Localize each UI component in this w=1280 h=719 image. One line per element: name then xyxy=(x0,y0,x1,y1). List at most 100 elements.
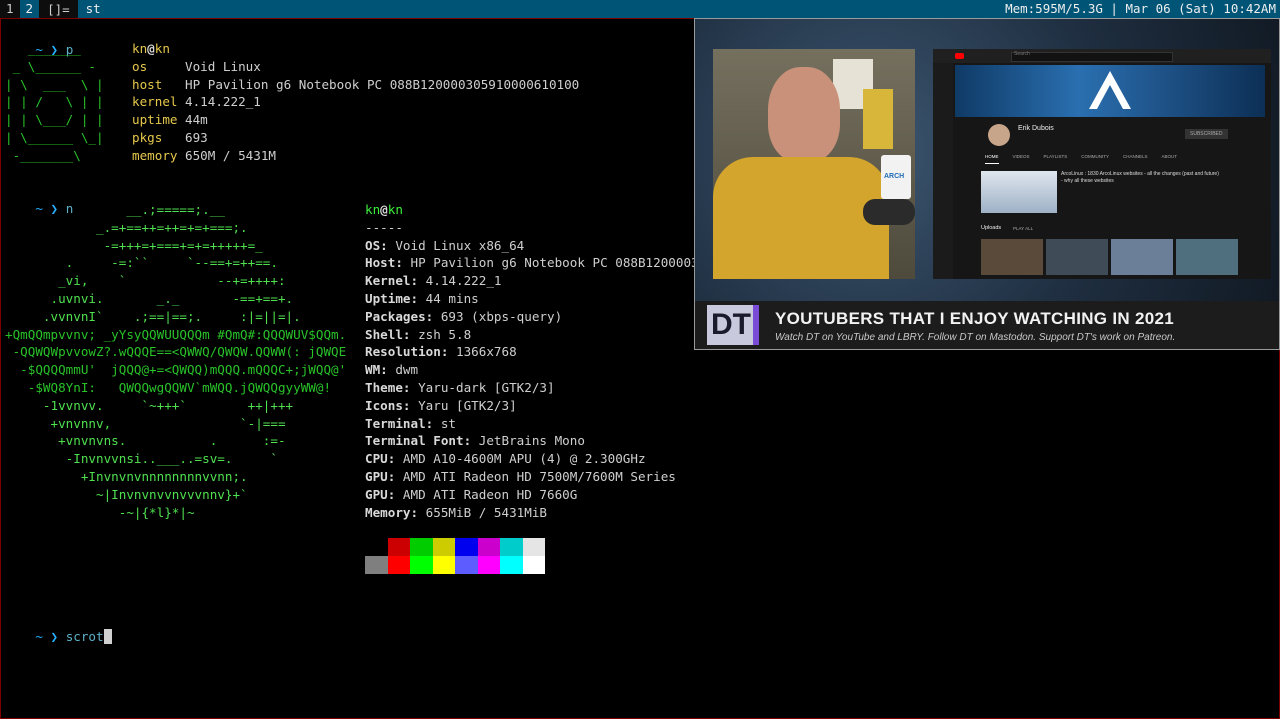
separator-line: ----- xyxy=(365,219,403,237)
info-colon: : xyxy=(425,415,441,431)
info-row: OS: Void Linux x86_64 xyxy=(365,237,524,255)
info-value: Void Linux x86_64 xyxy=(395,237,525,253)
info-key: memory xyxy=(132,147,178,163)
cursor xyxy=(103,628,112,644)
person-shirt xyxy=(713,157,889,279)
info-colon: : xyxy=(387,469,403,484)
mug: ARCH xyxy=(881,155,911,199)
ascii-art-text: | \______ \_| xyxy=(5,130,104,145)
ascii-art-text: _vi, ` --+=++++: xyxy=(5,273,286,289)
ascii-art-line: +Invnvnvnnnnnnnnvvnn;. xyxy=(5,468,248,486)
info-value: Yaru [GTK2/3] xyxy=(418,397,517,413)
tag-1[interactable]: 1 xyxy=(0,0,20,18)
info-key: Packages xyxy=(365,308,426,324)
info-colon: : xyxy=(410,273,426,289)
info-colon: : xyxy=(402,397,419,413)
command-text: scrot xyxy=(65,628,104,644)
channel-avatar xyxy=(988,124,1010,146)
ascii-art-text: | | / \ | | xyxy=(5,94,104,110)
info-row: Resolution: 1366x768 xyxy=(365,343,517,361)
color-swatch xyxy=(477,556,500,574)
info-key: host xyxy=(132,76,163,92)
upload-thumb xyxy=(1046,239,1108,275)
yt-tab: COMMUNITY xyxy=(1081,154,1109,159)
uploads-label: Uploads xyxy=(981,225,1002,231)
subscribe-button: SUBSCRIBED xyxy=(1185,129,1228,139)
yt-search-hint: Search xyxy=(1014,51,1030,57)
ascii-art-line: +vnvnvns. . :=- xyxy=(5,432,286,450)
play-all-link: PLAY ALL xyxy=(1013,226,1034,231)
color-swatch xyxy=(455,556,478,574)
ascii-art-line: | \ ___ \ | xyxy=(5,76,104,94)
webcam-feed: ARCH xyxy=(713,49,915,279)
info-value: HP Pavilion g6 Notebook PC 088B120000305… xyxy=(185,76,580,92)
ascii-art-line: -QQWQWpvvowZ?.wQQQE==<QWWQ/QWQW.QQWW(: j… xyxy=(5,343,347,361)
ascii-art-text: . -=:`` `--==+=++==. xyxy=(5,255,278,271)
info-colon: : xyxy=(410,291,426,306)
color-swatch xyxy=(522,538,545,556)
info-row: GPU: AMD ATI Radeon HD 7500M/7600M Serie… xyxy=(365,468,676,486)
info-colon: : xyxy=(463,433,479,449)
host-name: kn xyxy=(154,41,170,56)
arcolinux-logo xyxy=(1089,71,1131,109)
user-name: kn xyxy=(365,202,381,217)
color-swatch xyxy=(365,538,388,556)
info-row: Terminal Font: JetBrains Mono xyxy=(365,432,585,450)
info-value: zsh 5.8 xyxy=(418,326,472,342)
ascii-art-text: ~|Invnvnvvnvvvnnv}+` xyxy=(5,486,248,502)
info-colon: : xyxy=(387,451,403,467)
user-host-line: kn@kn xyxy=(365,201,403,219)
ascii-art-line: _vi, ` --+=++++: xyxy=(5,272,286,290)
channel-name: Erik Dubois xyxy=(1018,125,1054,132)
info-value: 650M / 5431M xyxy=(185,147,276,163)
info-row: Packages: 693 (xbps-query) xyxy=(365,308,562,326)
youtube-channel-screen: Search Erik Dubois SUBSCRIBED HOME VIDEOS… xyxy=(933,49,1271,279)
info-row: Kernel: 4.14.222_1 xyxy=(365,272,502,290)
color-swatch xyxy=(410,538,433,556)
info-key: Theme xyxy=(365,380,403,395)
upload-thumb xyxy=(1176,239,1238,275)
info-key: pkgs xyxy=(132,130,163,145)
info-value: HP Pavilion g6 Notebook PC 088B1200003 xyxy=(410,255,699,271)
color-swatch xyxy=(455,538,478,556)
color-swatch xyxy=(432,538,455,556)
ascii-art-line: ~|Invnvnvvnvvvnnv}+` xyxy=(5,486,248,504)
info-key: GPU xyxy=(365,469,388,484)
dwm-bar: 1 2 []= st Mem:595M/5.3G | Mar 06 (Sat) … xyxy=(0,0,1280,18)
banner-title: YOUTUBERS THAT I ENJOY WATCHING IN 2021 xyxy=(775,309,1174,328)
video-banner: DT YOUTUBERS THAT I ENJOY WATCHING IN 20… xyxy=(695,301,1279,349)
ascii-art-text: .uvnvi. _._ -==+==+. xyxy=(5,291,294,306)
banner-subtitle: Watch DT on YouTube and LBRY. Follow DT … xyxy=(775,332,1176,343)
ascii-art-line: _______ xyxy=(5,40,81,58)
user-name: kn xyxy=(132,41,148,56)
tag-2[interactable]: 2 xyxy=(19,0,40,18)
info-value: AMD ATI Radeon HD 7660G xyxy=(402,486,578,502)
info-row: WM: dwm xyxy=(365,361,418,379)
info-value: 44m xyxy=(185,112,208,128)
info-colon: : xyxy=(402,380,419,395)
shelf-item xyxy=(863,89,893,149)
yt-tab: CHANNELS xyxy=(1122,154,1148,159)
yt-tab: VIDEOS xyxy=(1012,154,1030,159)
info-key: Resolution xyxy=(365,344,441,360)
ascii-art-line: -$WQ8YnI: QWQQwgQQWV`mWQQ.jQWQQgyyWW@! xyxy=(5,379,331,397)
info-key: Memory xyxy=(365,504,411,520)
info-value: Void Linux xyxy=(185,58,261,74)
ascii-art-text: .vvnvnI` .;==|==;. :|=||=|. xyxy=(5,308,301,324)
ascii-art-text: +vnvnvns. . :=- xyxy=(5,433,286,449)
microphone xyxy=(863,199,915,225)
mpv-video-window[interactable]: ARCH Search Erik Dubois SUBSCRIBED HOME V… xyxy=(694,18,1280,350)
info-row: Terminal: st xyxy=(365,415,456,433)
person-head xyxy=(768,67,840,162)
status-text: Mem:595M/5.3G | Mar 06 (Sat) 10:42AM xyxy=(999,0,1276,18)
youtube-logo xyxy=(955,53,964,59)
info-row: GPU: AMD ATI Radeon HD 7660G xyxy=(365,486,577,504)
info-row: Memory: 655MiB / 5431MiB xyxy=(365,504,547,522)
info-key: WM xyxy=(365,362,381,378)
info-value: JetBrains Mono xyxy=(478,433,585,449)
ascii-art-text: -$WQ8YnI: QWQQwgQQWV`mWQQ.jQWQQgyyWW@! xyxy=(5,380,332,395)
color-swatch xyxy=(387,556,410,574)
layout-indicator[interactable]: []= xyxy=(39,2,78,17)
info-key: Kernel xyxy=(365,273,411,289)
ascii-art-line: -_______\ xyxy=(5,147,81,165)
